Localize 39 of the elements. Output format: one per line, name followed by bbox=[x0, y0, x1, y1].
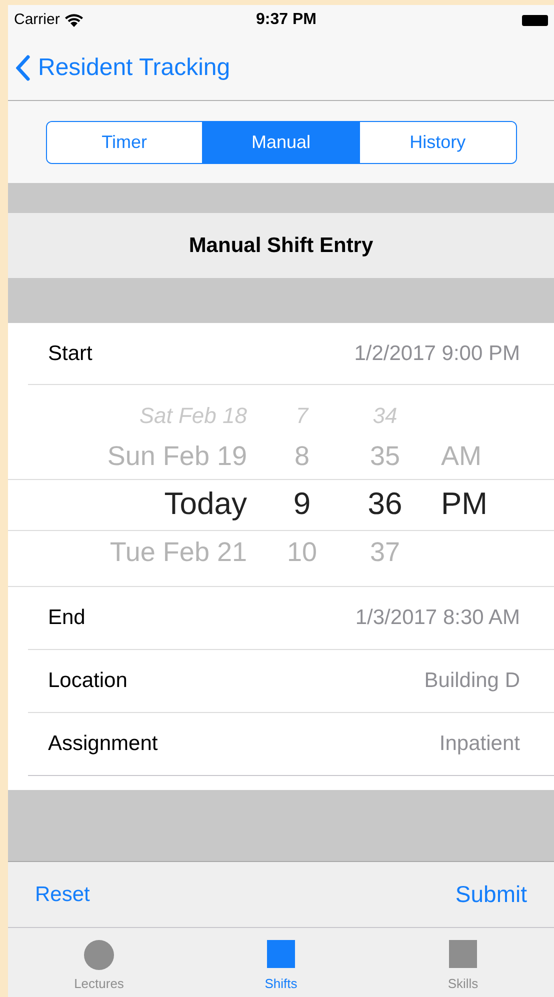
field-label: Location bbox=[47, 668, 128, 694]
picker-row[interactable]: Sun Feb 19 8 35 AM bbox=[8, 434, 554, 478]
field-value[interactable]: Building D bbox=[424, 665, 520, 697]
back-chevron-icon bbox=[16, 54, 30, 80]
picker-minute: 36 bbox=[366, 485, 404, 524]
segment-tab[interactable]: Timer bbox=[46, 122, 202, 162]
picker-hour: 9 bbox=[292, 485, 312, 524]
picker-row[interactable]: Tue Feb 21 10 37 bbox=[8, 530, 554, 574]
picker-hour: 8 bbox=[293, 440, 311, 474]
picker-period: AM bbox=[440, 440, 482, 474]
section-title: Manual Shift Entry bbox=[188, 232, 374, 259]
submit-button[interactable]: Submit bbox=[455, 877, 527, 912]
picker-minute: 37 bbox=[368, 536, 402, 570]
segment-tab[interactable]: History bbox=[358, 122, 516, 162]
field-value[interactable]: Inpatient bbox=[439, 728, 520, 760]
picker-period: PM bbox=[440, 485, 488, 524]
tab-bar-item[interactable]: Lectures bbox=[8, 928, 190, 997]
picker-minute: 35 bbox=[368, 440, 402, 474]
carrier-label: Carrier bbox=[14, 10, 60, 30]
back-button[interactable]: Resident Tracking bbox=[16, 50, 230, 86]
picker-hour: 10 bbox=[286, 536, 318, 570]
square-icon bbox=[449, 940, 477, 968]
battery-icon bbox=[522, 14, 548, 26]
segment-tab[interactable]: Manual bbox=[202, 122, 359, 162]
picker-date: Sun Feb 19 bbox=[106, 440, 247, 474]
wifi-icon bbox=[64, 14, 83, 26]
picker-date: Today bbox=[163, 485, 247, 524]
picker-date: Tue Feb 21 bbox=[108, 536, 247, 570]
clock-time: 9:37 PM bbox=[256, 10, 316, 30]
field-value[interactable]: 1/3/2017 8:30 AM bbox=[355, 602, 520, 634]
square-icon bbox=[267, 940, 295, 968]
reset-button[interactable]: Reset bbox=[35, 878, 90, 910]
field-value[interactable]: 1/2/2017 9:00 PM bbox=[354, 338, 520, 370]
field-label: Start bbox=[47, 340, 92, 367]
tab-bar-item[interactable]: Shifts bbox=[190, 928, 372, 997]
field-label: End bbox=[47, 605, 86, 632]
tab-bar-item[interactable]: Skills bbox=[372, 928, 554, 997]
field-label: Assignment bbox=[47, 731, 158, 758]
picker-row[interactable]: Today 9 36 PM bbox=[8, 478, 554, 530]
